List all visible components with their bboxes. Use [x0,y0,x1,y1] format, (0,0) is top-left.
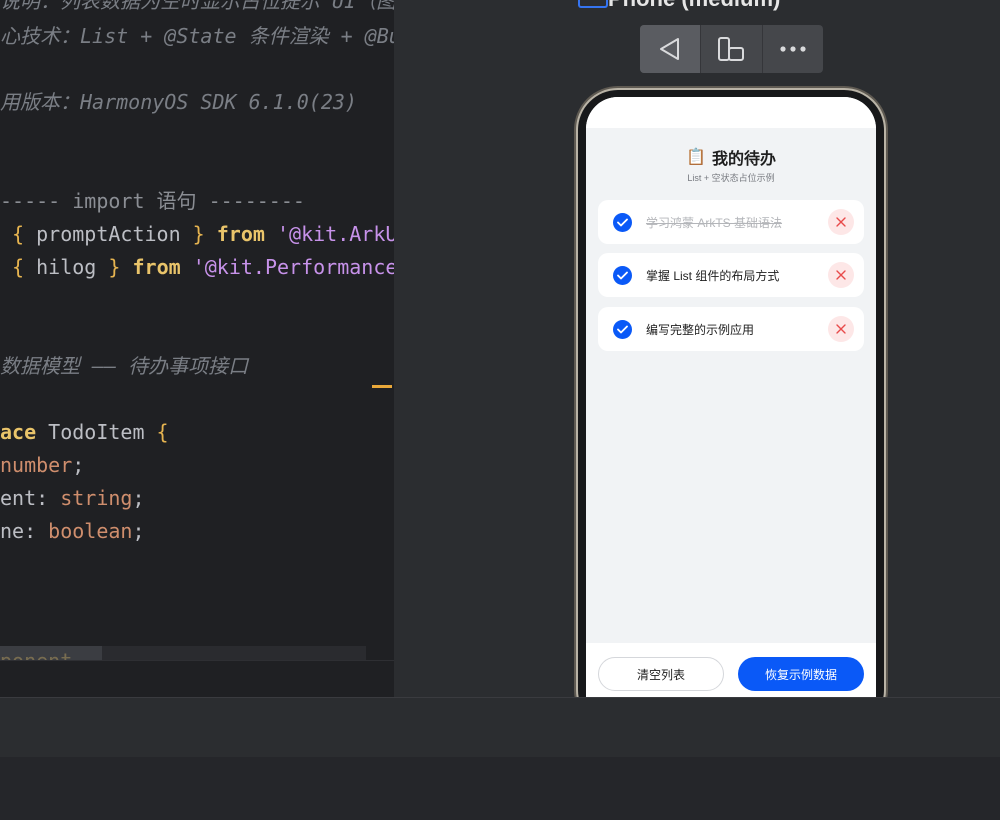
check-icon[interactable] [613,320,632,339]
code-token: string [60,486,133,510]
device-label-text: Phone (medium) [608,0,780,11]
code-line: number; [0,452,84,478]
code-token: ; [72,453,85,477]
delete-button[interactable] [828,316,854,342]
code-line: ace TodoItem { [0,419,169,445]
check-icon[interactable] [613,266,632,285]
editor-gutter-marker [372,385,392,388]
code-token: ----- import 语句 -------- [0,189,305,213]
code-line: 心技术：List + @State 条件渲染 + @Buil [0,23,394,49]
code-token: TodoItem [36,420,157,444]
code-token: { [156,420,169,444]
code-token: { [12,222,25,246]
back-button[interactable] [640,25,700,73]
close-icon [836,270,846,280]
code-editor[interactable]: 说明：列表数据为空时显示占位提示 UI（图标心技术：List + @State … [0,0,394,697]
code-token: from [216,222,265,246]
editor-footer [0,660,394,697]
close-icon [836,217,846,227]
code-token: { [12,255,25,279]
code-token: '@kit.ArkUI' [276,222,394,246]
rotate-device-icon [718,37,744,61]
ide-tool-window-bar [0,697,1000,758]
triangle-left-icon [660,38,679,60]
code-line: 用版本：HarmonyOS SDK 6.1.0(23) [0,89,357,115]
close-icon [836,324,846,334]
code-token: from [132,255,181,279]
code-line: ent: string; [0,485,145,511]
todo-text: 编写完整的示例应用 [646,323,755,337]
todo-item[interactable]: 编写完整的示例应用 [598,307,864,351]
code-token: 心技术：List + @State 条件渲染 + @Buil [0,24,394,48]
phone-icon [578,0,608,8]
code-line: { hilog } from '@kit.PerformanceAnalysis… [0,254,394,280]
code-token: 说明：列表数据为空时显示占位提示 UI（图标 [0,0,394,13]
code-token: ne: [0,519,49,543]
todo-item[interactable]: 学习鸿蒙 ArkTS 基础语法 [598,200,864,244]
rotate-button[interactable] [701,25,761,73]
phone-screen: 📋 我的待办 List + 空状态占位示例 学习鸿蒙 ArkTS 基础语法 掌握… [586,97,876,717]
code-token: } [108,255,121,279]
code-token: 用版本：HarmonyOS SDK 6.1.0(23) [0,90,357,114]
code-token: ; [132,486,145,510]
code-line: { promptAction } from '@kit.ArkUI' [0,221,394,247]
page-title-text: 我的待办 [711,151,776,168]
code-line: ----- import 语句 -------- [0,188,305,214]
ide-status-area [0,757,1000,820]
todo-text: 掌握 List 组件的布局方式 [646,269,780,283]
more-button[interactable] [763,25,823,73]
code-token: ace [0,420,37,444]
status-bar [586,97,876,128]
clipboard-icon: 📋 [686,149,706,166]
previewer-toolbar [640,25,823,73]
code-token: boolean [48,519,133,543]
code-token: '@kit.PerformanceAnalysisKit' [192,255,394,279]
restore-sample-button[interactable]: 恢复示例数据 [738,657,864,691]
device-selector[interactable]: Phone (medium) [578,0,780,12]
code-token: number [0,453,73,477]
code-line: 数据模型 —— 待办事项接口 [0,353,248,379]
code-token: } [192,222,205,246]
code-token: hilog [24,255,109,279]
code-token: promptAction [24,222,193,246]
clear-list-button[interactable]: 清空列表 [598,657,724,691]
page-title: 📋 我的待办 [586,145,876,169]
todo-text: 学习鸿蒙 ArkTS 基础语法 [646,216,783,230]
delete-button[interactable] [828,209,854,235]
code-line: ne: boolean; [0,518,145,544]
code-token: ent: [0,486,61,510]
more-dots-icon [780,46,806,52]
page-subtitle: List + 空状态占位示例 [687,173,775,183]
code-token: 数据模型 —— 待办事项接口 [0,354,249,378]
todo-item[interactable]: 掌握 List 组件的布局方式 [598,253,864,297]
delete-button[interactable] [828,262,854,288]
code-line: 说明：列表数据为空时显示占位提示 UI（图标 [0,0,394,14]
check-icon[interactable] [613,213,632,232]
code-token: ; [132,519,145,543]
